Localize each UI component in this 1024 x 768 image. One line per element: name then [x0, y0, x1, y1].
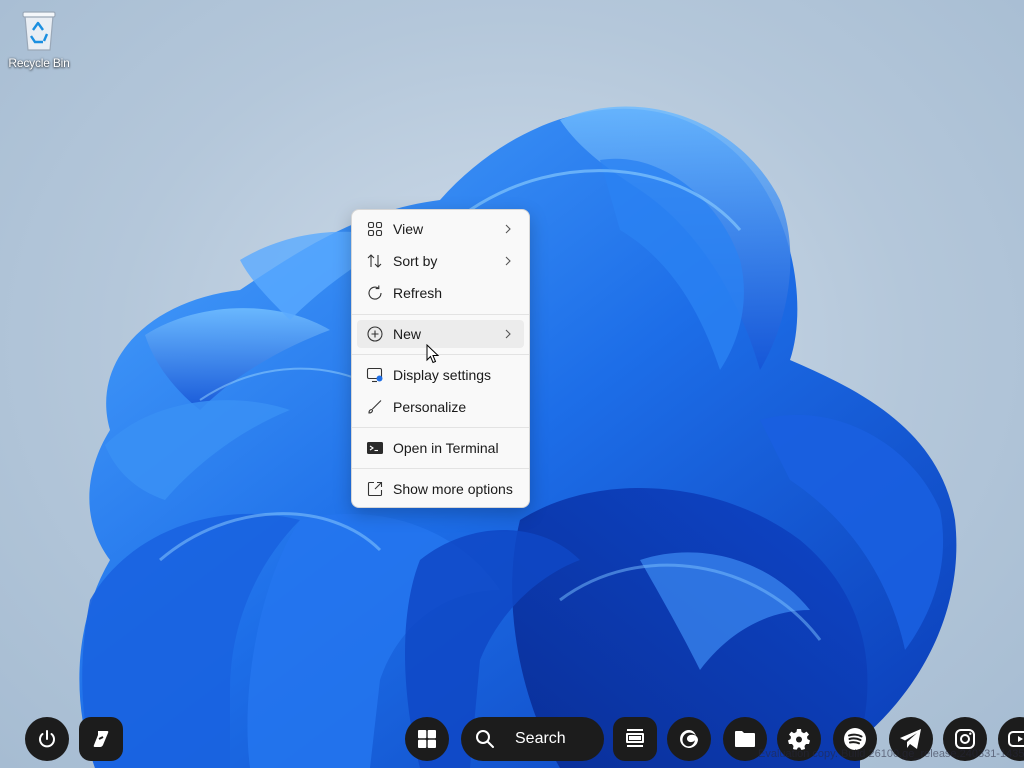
power-icon	[39, 730, 55, 748]
taskbar-start-button[interactable]	[405, 717, 449, 761]
app-logo-icon	[93, 731, 109, 747]
desktop-icon-label: Recycle Bin	[8, 56, 70, 70]
edge-icon	[680, 730, 698, 748]
refresh-icon	[365, 283, 385, 303]
taskbar-app-button[interactable]	[79, 717, 123, 761]
grid-view-icon	[365, 219, 385, 239]
menu-separator	[352, 468, 529, 469]
menu-item-label: Personalize	[393, 399, 467, 415]
menu-item-personalize[interactable]: Personalize	[357, 393, 524, 421]
search-icon	[476, 730, 494, 748]
menu-item-new[interactable]: New	[357, 320, 524, 348]
menu-item-label: Open in Terminal	[393, 440, 499, 456]
evaluation-watermark: Evaluation copy. Build 26100.ge_release.…	[758, 748, 1024, 760]
menu-item-display-settings[interactable]: Display settings	[357, 361, 524, 389]
menu-item-label: Sort by	[393, 253, 438, 269]
task-view-icon	[626, 729, 644, 747]
menu-item-show-more-options[interactable]: Show more options	[357, 475, 524, 503]
display-settings-icon	[365, 365, 385, 385]
menu-separator	[352, 427, 529, 428]
menu-item-sort-by[interactable]: Sort by	[357, 247, 524, 275]
recycle-bin-icon	[22, 11, 56, 51]
menu-item-label: Refresh	[393, 285, 443, 301]
desktop-context-menu: View Sort by Refresh New Display setting…	[351, 209, 530, 508]
menu-separator	[352, 354, 529, 355]
taskbar-power-button[interactable]	[25, 717, 69, 761]
desktop-icon-recycle-bin[interactable]: Recycle Bin	[4, 8, 74, 70]
menu-item-label: View	[393, 221, 424, 237]
plus-circle-icon	[365, 324, 385, 344]
menu-item-label: Show more options	[393, 481, 513, 497]
chevron-right-icon	[505, 224, 511, 234]
windows-start-icon	[418, 730, 436, 748]
share-expand-icon	[365, 479, 385, 499]
menu-item-label: Display settings	[393, 367, 492, 383]
chevron-right-icon	[505, 329, 511, 339]
menu-item-label: New	[393, 326, 422, 342]
brush-icon	[365, 397, 385, 417]
menu-item-view[interactable]: View	[357, 215, 524, 243]
sort-arrows-icon	[365, 251, 385, 271]
mouse-cursor-icon	[426, 344, 440, 364]
folder-icon	[735, 731, 755, 747]
taskbar-task-view-button[interactable]	[613, 717, 657, 761]
menu-item-refresh[interactable]: Refresh	[357, 279, 524, 307]
taskbar-search-box[interactable]: Search	[461, 717, 604, 761]
chevron-right-icon	[505, 256, 511, 266]
menu-item-open-in-terminal[interactable]: Open in Terminal	[357, 434, 524, 462]
search-label: Search	[515, 730, 566, 747]
taskbar-edge-button[interactable]	[667, 717, 711, 761]
youtube-icon	[1008, 731, 1024, 747]
menu-separator	[352, 314, 529, 315]
terminal-icon	[365, 438, 385, 458]
